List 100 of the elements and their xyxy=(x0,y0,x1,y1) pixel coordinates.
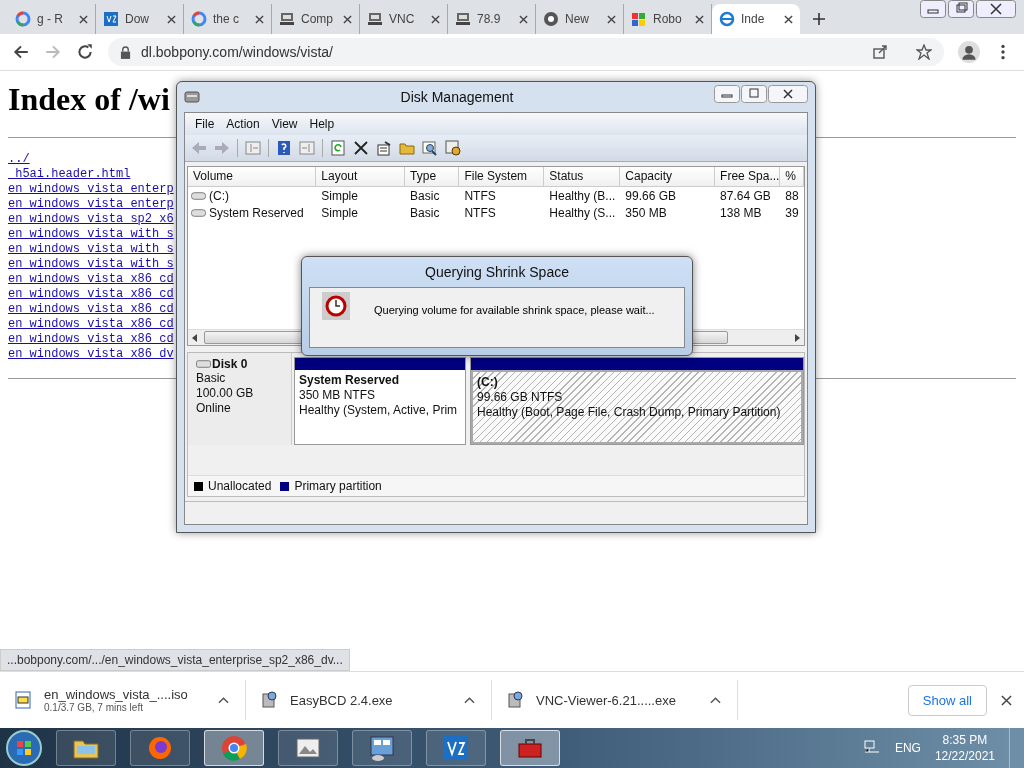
close-icon[interactable] xyxy=(607,14,616,24)
file-link[interactable]: en_windows_vista_with_s xyxy=(8,227,174,242)
download-name: VNC-Viewer-6.21.....exe xyxy=(536,692,677,708)
maximize-icon[interactable] xyxy=(741,85,767,103)
browser-tab[interactable]: Inde xyxy=(712,4,800,34)
taskbar-button[interactable] xyxy=(352,730,412,766)
taskbar-button[interactable] xyxy=(426,730,486,766)
partition-name: System Reserved xyxy=(299,373,401,388)
partition-status: Healthy (Boot, Page File, Crash Dump, Primary Partition) xyxy=(477,405,782,420)
properties-icon[interactable] xyxy=(376,140,392,156)
column-header[interactable]: Layout xyxy=(316,167,406,186)
close-icon[interactable] xyxy=(79,14,88,24)
menu-item[interactable]: File xyxy=(189,115,221,133)
browser-tab[interactable]: the c xyxy=(184,4,272,34)
file-link[interactable]: ../ xyxy=(8,152,30,167)
taskbar-button[interactable] xyxy=(500,730,560,766)
browser-tab[interactable]: Comp xyxy=(272,4,360,34)
disk-detail: Basic xyxy=(196,371,227,386)
scroll-right-icon[interactable] xyxy=(794,333,800,342)
file-link[interactable]: en_windows_vista_with_s xyxy=(8,242,174,257)
close-icon[interactable] xyxy=(976,0,1016,18)
refresh-icon[interactable] xyxy=(330,140,346,156)
clock-time[interactable]: 8:35 PM xyxy=(942,732,988,748)
table-cell-text: Basic xyxy=(409,188,441,203)
tab-title: VNC xyxy=(389,12,416,26)
table-cell-text: Healthy (S... xyxy=(548,205,617,220)
column-header[interactable]: Capacity xyxy=(620,167,716,186)
column-header[interactable]: Type xyxy=(405,167,460,186)
browser-tab[interactable]: New xyxy=(536,4,624,34)
caret-icon[interactable] xyxy=(710,696,721,704)
caret-icon[interactable] xyxy=(218,696,229,704)
restore-icon[interactable] xyxy=(948,0,974,18)
download-item[interactable]: EasyBCD 2.4.exe xyxy=(260,680,492,720)
table-cell-text: 350 MB xyxy=(624,205,668,220)
browser-tab[interactable]: Dow xyxy=(96,4,184,34)
close-icon[interactable] xyxy=(431,14,440,24)
file-link[interactable]: en_windows_vista_enterp xyxy=(8,182,174,197)
browser-tab[interactable]: 78.9 xyxy=(448,4,536,34)
close-icon[interactable] xyxy=(768,85,808,103)
close-icon[interactable] xyxy=(255,14,264,24)
browser-tab[interactable]: VNC xyxy=(360,4,448,34)
partition-block[interactable]: (C:) 99.66 GB NTFS Healthy (Boot, Page File, Crash Dump, Primary Partition) xyxy=(470,357,804,445)
close-icon[interactable] xyxy=(784,14,793,24)
disk-info-panel[interactable]: Disk 0 Basic 100.00 GB Online xyxy=(188,353,292,445)
clock-date[interactable]: 12/22/2021 xyxy=(934,748,995,764)
taskbar-button[interactable] xyxy=(278,730,338,766)
start-button[interactable] xyxy=(4,728,44,768)
file-link[interactable]: en_windows_vista_x86_cd xyxy=(8,317,174,332)
search-icon[interactable] xyxy=(422,140,438,156)
address-field[interactable]: dl.bobpony.com/windows/vista/ xyxy=(108,38,944,66)
file-link[interactable]: en_windows_vista_x86_cd xyxy=(8,287,174,302)
minimize-icon[interactable] xyxy=(920,0,946,18)
language-indicator[interactable]: ENG xyxy=(894,741,921,755)
column-header[interactable]: File System xyxy=(459,167,545,186)
close-icon[interactable] xyxy=(519,14,528,24)
close-icon[interactable] xyxy=(343,14,352,24)
column-header[interactable]: Free Spa... xyxy=(715,167,781,186)
taskbar-button[interactable] xyxy=(56,730,116,766)
file-link[interactable]: en_windows_vista_x86_cd xyxy=(8,332,174,347)
reload-icon[interactable] xyxy=(76,43,94,61)
help-icon[interactable] xyxy=(276,140,292,156)
column-header[interactable]: Volume xyxy=(188,167,317,186)
partition-block[interactable]: System Reserved 350 MB NTFS Healthy (System, Active, Prim xyxy=(294,357,466,445)
caret-icon[interactable] xyxy=(464,696,475,704)
file-link[interactable]: en_windows_vista_x86_cd xyxy=(8,302,174,317)
tab-title: Inde xyxy=(741,12,766,26)
close-icon[interactable] xyxy=(1001,694,1012,706)
disc-file-icon xyxy=(14,691,32,709)
table-cell-text: Simple xyxy=(320,205,359,220)
table-cell-text: NTFS xyxy=(463,188,497,203)
new-tab-icon[interactable] xyxy=(812,12,826,26)
browser-tab[interactable]: g - R xyxy=(8,4,96,34)
star-icon[interactable] xyxy=(916,44,932,60)
download-item[interactable]: VNC-Viewer-6.21.....exe xyxy=(506,680,738,720)
back-icon[interactable] xyxy=(12,43,30,61)
show-all-button[interactable]: Show all xyxy=(907,684,987,716)
app-icon xyxy=(442,734,470,762)
share-icon[interactable] xyxy=(872,44,888,60)
file-link[interactable]: en_windows_vista_enterp xyxy=(8,197,174,212)
table-cell: System Reserved xyxy=(209,205,304,220)
scroll-left-icon[interactable] xyxy=(192,333,198,342)
close-icon[interactable] xyxy=(167,14,176,24)
chrome-icon xyxy=(220,734,248,762)
file-link[interactable]: en_windows_vista_with_s xyxy=(8,257,174,272)
close-icon[interactable] xyxy=(695,14,704,24)
file-link[interactable]: en_windows_vista_x86_cd xyxy=(8,272,174,287)
file-link[interactable]: en_windows_vista_x86_dv xyxy=(8,347,174,362)
file-link[interactable]: en_windows_vista_sp2_x6 xyxy=(8,212,174,227)
computer-icon xyxy=(279,11,295,27)
menu-item[interactable]: Action xyxy=(220,115,266,133)
column-header[interactable]: Status xyxy=(544,167,621,186)
settings-icon[interactable] xyxy=(445,140,461,156)
column-header[interactable]: % xyxy=(780,167,804,186)
profile-icon[interactable] xyxy=(958,41,980,63)
menu-item[interactable]: View xyxy=(265,115,304,133)
minimize-icon[interactable] xyxy=(714,85,740,103)
file-link[interactable]: _h5ai.header.html xyxy=(8,167,131,182)
delete-icon[interactable] xyxy=(353,140,369,156)
menu-item[interactable]: Help xyxy=(303,115,341,133)
folder-icon[interactable] xyxy=(399,140,415,156)
